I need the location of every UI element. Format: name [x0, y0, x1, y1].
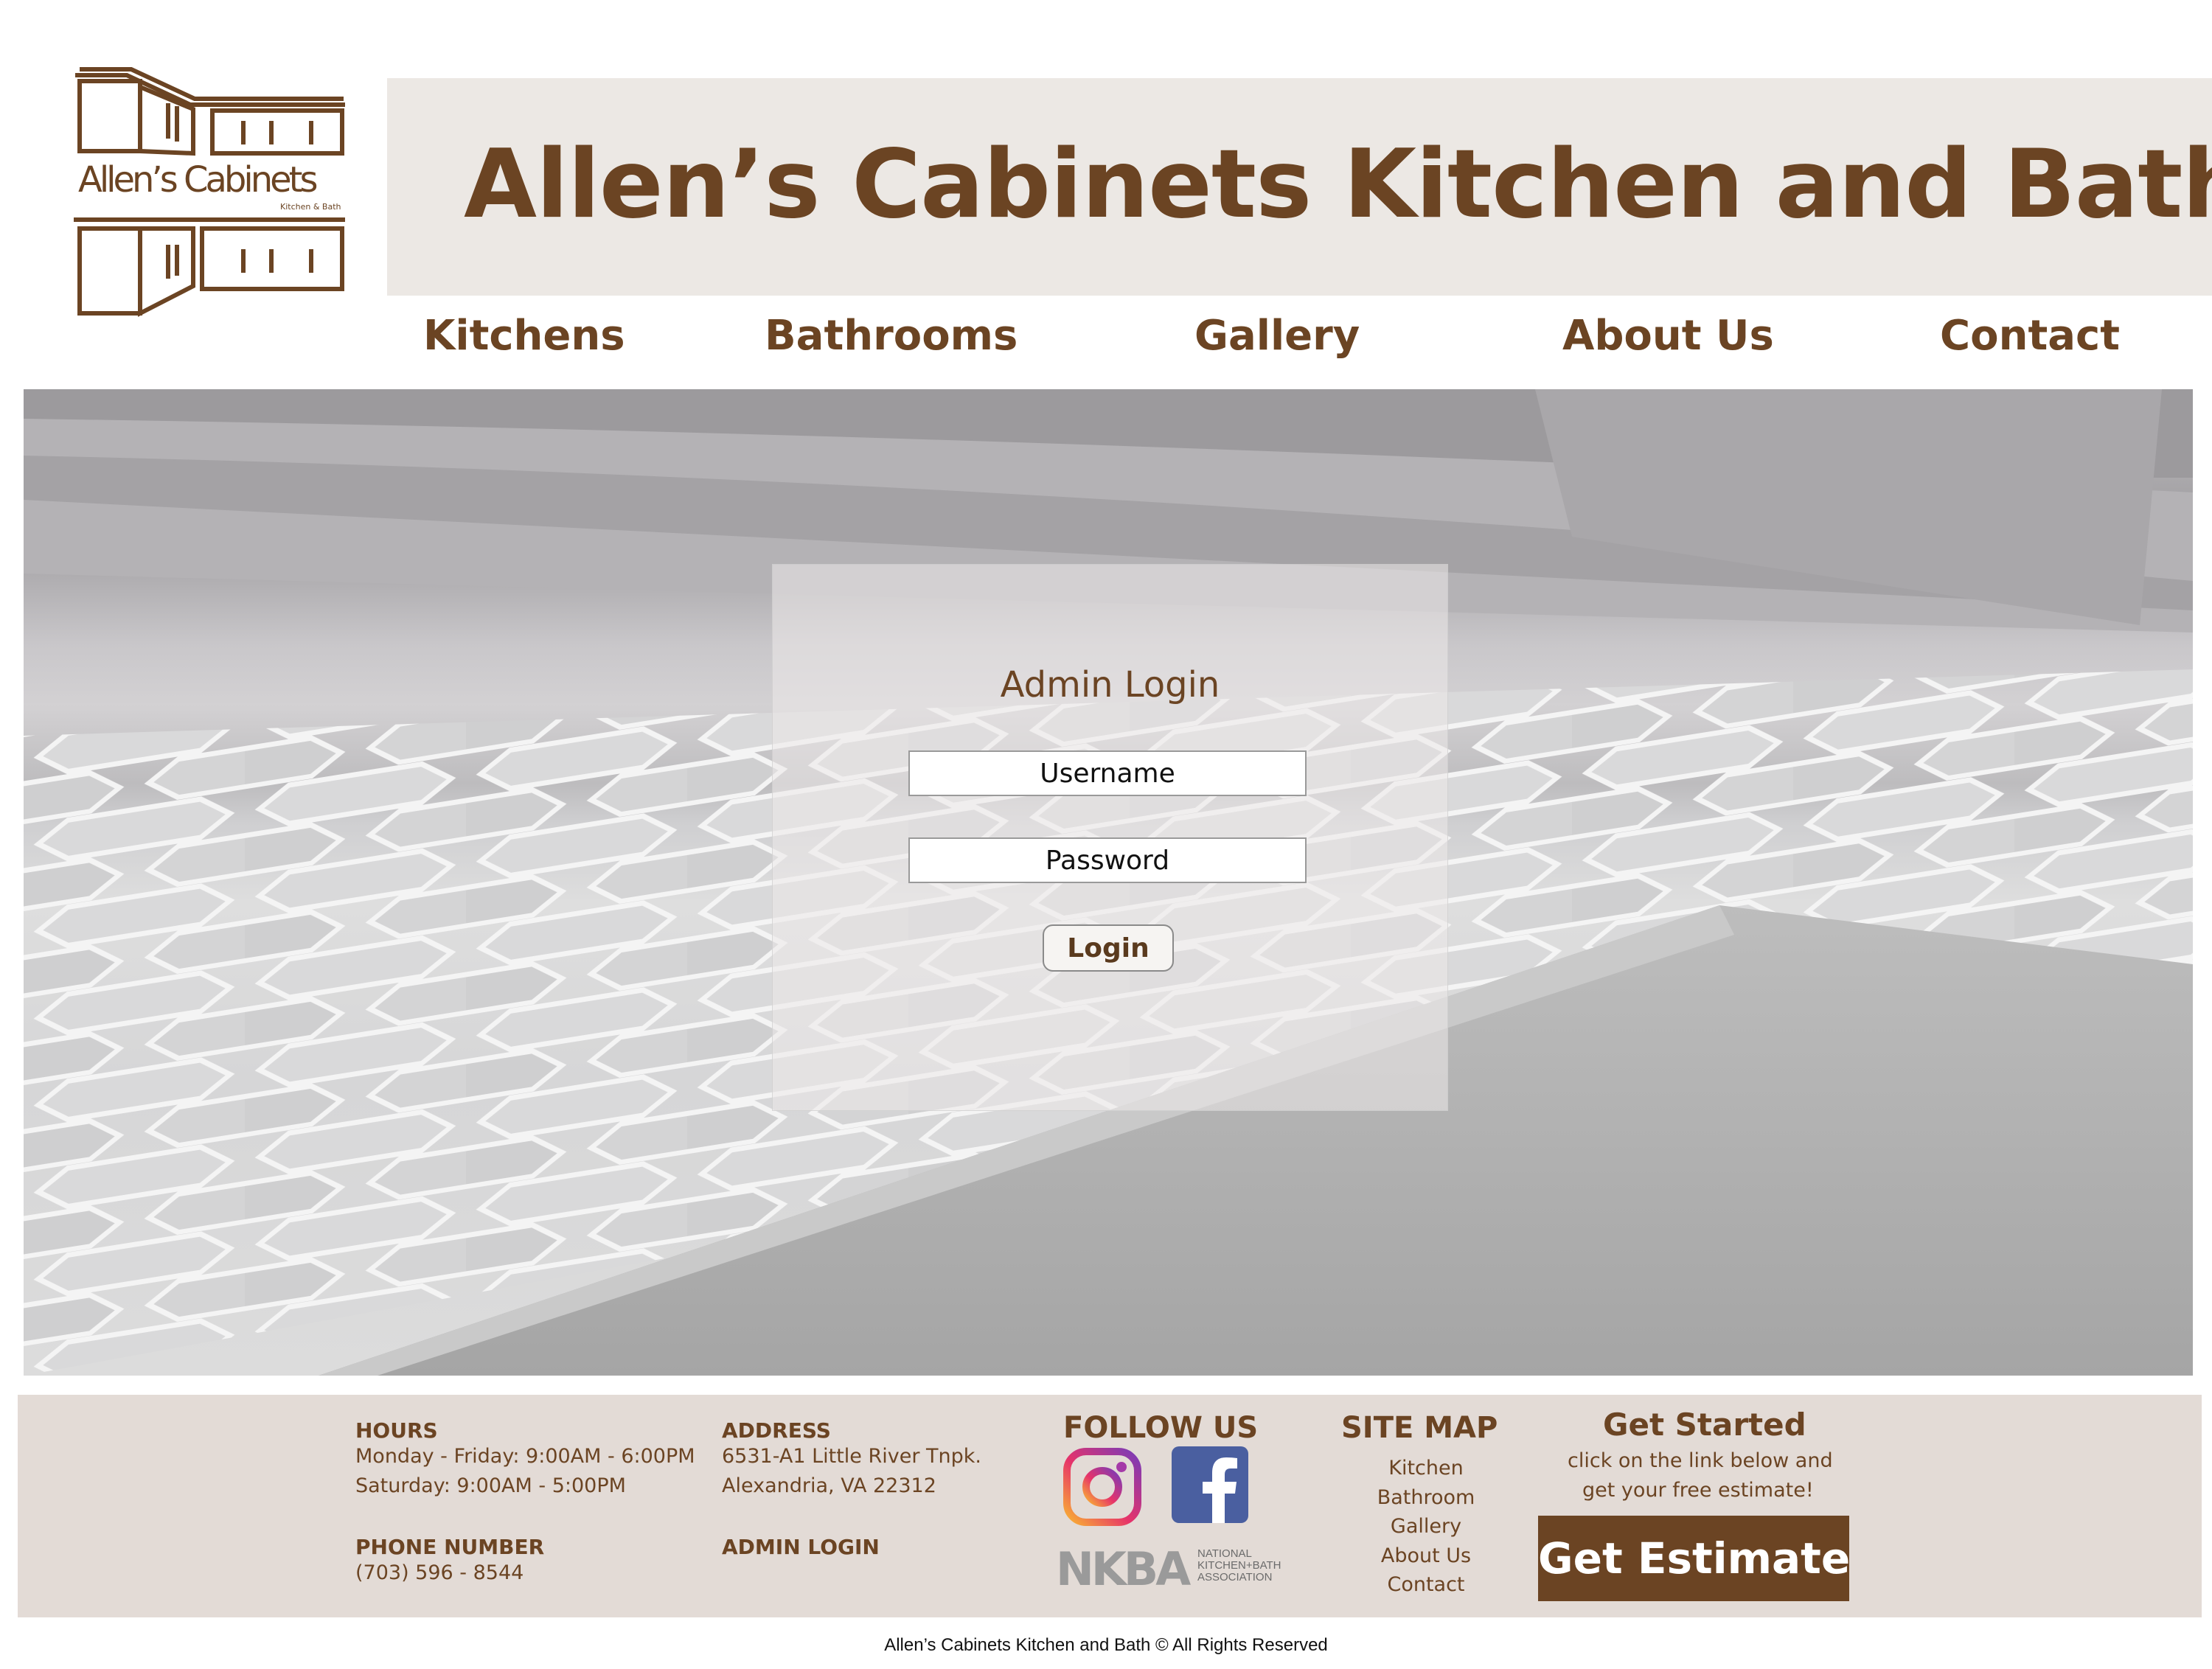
- address-line1: 6531-A1 Little River Tnpk.: [722, 1445, 982, 1468]
- get-started-line1: click on the link below and: [1568, 1449, 1833, 1472]
- sitemap-about-us[interactable]: About Us: [1345, 1544, 1507, 1567]
- username-input[interactable]: [908, 750, 1307, 796]
- copyright-text: Allen’s Cabinets Kitchen and Bath © All …: [884, 1635, 1328, 1655]
- nav-gallery[interactable]: Gallery: [1194, 312, 1360, 360]
- company-logo[interactable]: Allen’s Cabinets Kitchen & Bath: [72, 65, 352, 321]
- hours-heading: HOURS: [355, 1418, 438, 1443]
- admin-login-link[interactable]: ADMIN LOGIN: [722, 1535, 880, 1559]
- admin-login-panel: Admin Login Login: [772, 564, 1448, 1111]
- password-input[interactable]: [908, 837, 1307, 883]
- title-banner: Allen’s Cabinets Kitchen and Bath: [387, 78, 2212, 296]
- phone-number[interactable]: (703) 596 - 8544: [355, 1558, 524, 1588]
- logo-wordmark: Allen’s Cabinets: [78, 159, 318, 201]
- nav-kitchens[interactable]: Kitchens: [423, 312, 625, 360]
- site-map-heading: SITE MAP: [1341, 1411, 1498, 1445]
- sitemap-bathroom[interactable]: Bathroom: [1345, 1486, 1507, 1509]
- instagram-icon[interactable]: [1063, 1448, 1141, 1526]
- address-line2: Alexandria, VA 22312: [722, 1474, 936, 1497]
- nav-bathrooms[interactable]: Bathrooms: [765, 312, 1018, 360]
- login-title: Admin Login: [1000, 664, 1220, 705]
- footer: HOURS Monday - Friday: 9:00AM - 6:00PM S…: [18, 1395, 2202, 1617]
- sitemap-contact[interactable]: Contact: [1345, 1573, 1507, 1596]
- phone-heading: PHONE NUMBER: [355, 1535, 545, 1559]
- follow-us-heading: FOLLOW US: [1063, 1411, 1259, 1445]
- site-title: Allen’s Cabinets Kitchen and Bath: [464, 130, 2212, 240]
- hours-weekday: Monday - Friday: 9:00AM - 6:00PM: [355, 1445, 695, 1468]
- nav-contact[interactable]: Contact: [1940, 312, 2120, 360]
- sitemap-kitchen[interactable]: Kitchen: [1345, 1457, 1507, 1480]
- get-estimate-button[interactable]: Get Estimate: [1538, 1516, 1850, 1601]
- facebook-icon[interactable]: [1172, 1446, 1248, 1523]
- address-heading: ADDRESS: [722, 1418, 831, 1443]
- get-started-line2: get your free estimate!: [1582, 1479, 1814, 1502]
- get-started-heading: Get Started: [1603, 1407, 1806, 1443]
- nav-about-us[interactable]: About Us: [1562, 312, 1774, 360]
- logo-subtext: Kitchen & Bath: [280, 202, 341, 212]
- nkba-logo: NKBA NATIONAL KITCHEN+BATH ASSOCIATION: [1056, 1542, 1281, 1596]
- login-button[interactable]: Login: [1043, 924, 1174, 972]
- hours-saturday: Saturday: 9:00AM - 5:00PM: [355, 1474, 626, 1497]
- sitemap-gallery[interactable]: Gallery: [1345, 1515, 1507, 1538]
